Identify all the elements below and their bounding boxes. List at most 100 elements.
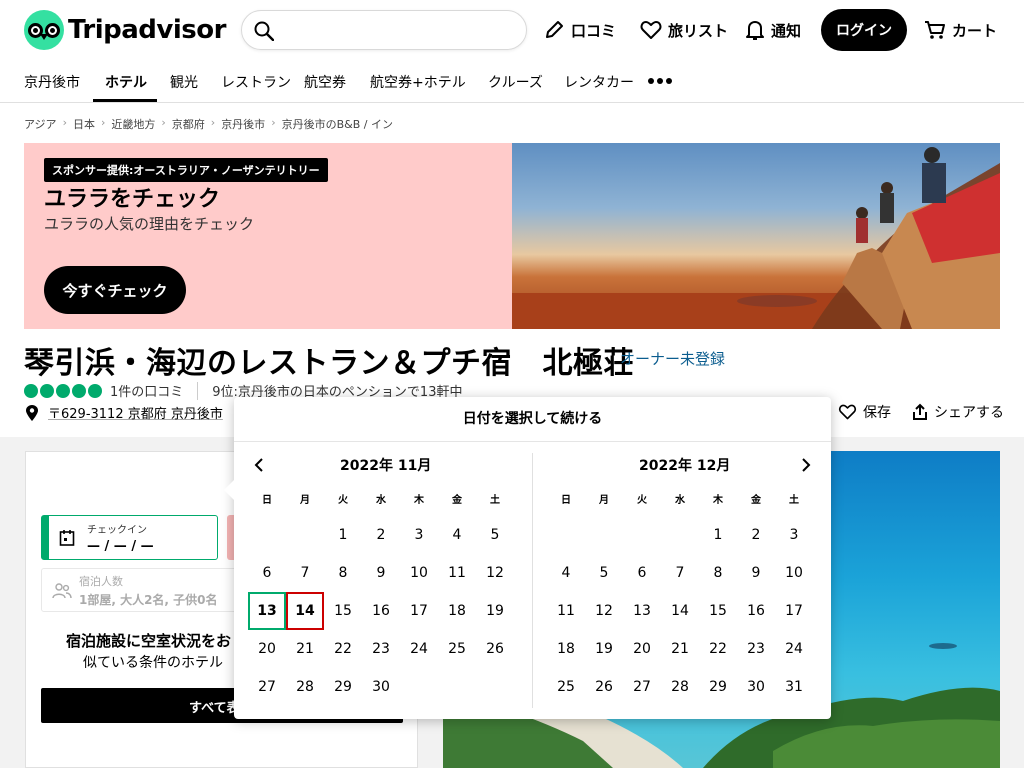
more-icon[interactable] bbox=[648, 78, 672, 84]
calendar-day[interactable]: 23 bbox=[737, 630, 775, 668]
calendar-day[interactable]: 21 bbox=[661, 630, 699, 668]
calendar-day[interactable]: 23 bbox=[362, 630, 400, 668]
calendar-day[interactable]: 4 bbox=[438, 516, 476, 554]
calendar-day[interactable]: 13 bbox=[248, 592, 286, 630]
calendar-day[interactable]: 19 bbox=[585, 630, 623, 668]
next-month-icon[interactable] bbox=[799, 457, 813, 473]
cat-hotels[interactable]: ホテル bbox=[105, 72, 147, 92]
crumb-kinki[interactable]: 近畿地方 bbox=[111, 116, 155, 132]
calendar-day[interactable]: 12 bbox=[476, 554, 514, 592]
calendar-day[interactable]: 3 bbox=[775, 516, 813, 554]
calendar-day[interactable]: 16 bbox=[737, 592, 775, 630]
cat-cruises[interactable]: クルーズ bbox=[488, 72, 543, 92]
share-button[interactable]: シェアする bbox=[912, 402, 1004, 422]
rating-bubbles[interactable] bbox=[24, 383, 104, 398]
calendar-day[interactable]: 12 bbox=[585, 592, 623, 630]
calendar-day[interactable]: 11 bbox=[547, 592, 585, 630]
calendar-day[interactable]: 27 bbox=[623, 668, 661, 706]
calendar-day[interactable]: 8 bbox=[699, 554, 737, 592]
calendar-day[interactable]: 18 bbox=[438, 592, 476, 630]
calendar-day[interactable]: 6 bbox=[623, 554, 661, 592]
crumb-japan[interactable]: 日本 bbox=[73, 116, 95, 132]
calendar-day[interactable]: 10 bbox=[775, 554, 813, 592]
owner-unregistered-link[interactable]: オーナー未登録 bbox=[620, 348, 725, 369]
cat-flight-hotel[interactable]: 航空券+ホテル bbox=[370, 72, 466, 92]
calendar-day[interactable]: 30 bbox=[362, 668, 400, 706]
calendar-day[interactable]: 15 bbox=[699, 592, 737, 630]
calendar-day[interactable]: 28 bbox=[661, 668, 699, 706]
calendar-day[interactable]: 1 bbox=[699, 516, 737, 554]
ad-check-now-button[interactable]: 今すぐチェック bbox=[44, 266, 186, 314]
calendar-day[interactable]: 28 bbox=[286, 668, 324, 706]
calendar-day[interactable]: 6 bbox=[248, 554, 286, 592]
calendar-day[interactable]: 22 bbox=[699, 630, 737, 668]
review-button[interactable]: 口コミ bbox=[543, 9, 616, 51]
calendar-day[interactable]: 7 bbox=[286, 554, 324, 592]
calendar-day[interactable]: 25 bbox=[438, 630, 476, 668]
cat-rental-cars[interactable]: レンタカー bbox=[564, 72, 634, 92]
calendar-day[interactable]: 24 bbox=[400, 630, 438, 668]
cat-restaurants[interactable]: レストラン bbox=[221, 72, 291, 92]
calendar-day[interactable]: 16 bbox=[362, 592, 400, 630]
calendar-day[interactable]: 13 bbox=[623, 592, 661, 630]
calendar-day[interactable]: 15 bbox=[324, 592, 362, 630]
alerts-button[interactable]: 通知 bbox=[745, 9, 801, 51]
calendar-day[interactable]: 9 bbox=[362, 554, 400, 592]
cart-button[interactable]: カート bbox=[924, 9, 997, 51]
calendar-day[interactable]: 29 bbox=[324, 668, 362, 706]
save-button[interactable]: 保存 bbox=[838, 402, 891, 422]
checkin-field[interactable]: チェックイン — / — / — bbox=[41, 515, 218, 560]
calendar-day[interactable]: 8 bbox=[324, 554, 362, 592]
calendar-day[interactable]: 30 bbox=[737, 668, 775, 706]
cat-sightseeing[interactable]: 観光 bbox=[170, 72, 198, 92]
calendar-day[interactable]: 11 bbox=[438, 554, 476, 592]
address-text[interactable]: 〒629-3112 京都府 京丹後市 bbox=[48, 403, 223, 422]
calendar-day[interactable]: 14 bbox=[286, 592, 324, 630]
calendar-day[interactable]: 27 bbox=[248, 668, 286, 706]
calendar-day[interactable]: 3 bbox=[400, 516, 438, 554]
calendar-day[interactable]: 26 bbox=[585, 668, 623, 706]
calendar-day[interactable]: 20 bbox=[623, 630, 661, 668]
sponsored-banner[interactable]: スポンサー提供:オーストラリア・ノーザンテリトリー ユララをチェック ユララの人… bbox=[24, 143, 512, 329]
calendar-day[interactable]: 21 bbox=[286, 630, 324, 668]
calendar-day[interactable]: 10 bbox=[400, 554, 438, 592]
calendar-day[interactable]: 1 bbox=[324, 516, 362, 554]
guests-field[interactable]: 宿泊人数 1部屋, 大人2名, 子供0名 bbox=[41, 568, 241, 612]
calendar-day[interactable]: 31 bbox=[775, 668, 813, 706]
crumb-kyotango[interactable]: 京丹後市 bbox=[221, 116, 265, 132]
calendar-day[interactable]: 25 bbox=[547, 668, 585, 706]
login-button[interactable]: ログイン bbox=[821, 9, 907, 51]
calendar-day[interactable]: 17 bbox=[775, 592, 813, 630]
checkin-value: — / — / — bbox=[87, 539, 154, 554]
logo-text: Tripadvisor bbox=[68, 15, 226, 45]
calendar-day[interactable]: 14 bbox=[661, 592, 699, 630]
calendar-day[interactable]: 18 bbox=[547, 630, 585, 668]
calendar-day[interactable]: 19 bbox=[476, 592, 514, 630]
calendar-day[interactable]: 22 bbox=[324, 630, 362, 668]
calendar-day[interactable]: 29 bbox=[699, 668, 737, 706]
outback-camel-image[interactable] bbox=[512, 143, 1000, 329]
calendar-day[interactable]: 2 bbox=[737, 516, 775, 554]
trips-button[interactable]: 旅リスト bbox=[640, 9, 728, 51]
calendar-day[interactable]: 20 bbox=[248, 630, 286, 668]
ad-subtitle: ユララの人気の理由をチェック bbox=[44, 215, 255, 233]
calendar-day[interactable]: 17 bbox=[400, 592, 438, 630]
crumb-asia[interactable]: アジア bbox=[24, 116, 57, 132]
calendar-day[interactable]: 2 bbox=[362, 516, 400, 554]
calendar-day[interactable]: 7 bbox=[661, 554, 699, 592]
cat-flights[interactable]: 航空券 bbox=[304, 72, 346, 92]
calendar-day[interactable]: 26 bbox=[476, 630, 514, 668]
cat-location[interactable]: 京丹後市 bbox=[24, 72, 80, 92]
calendar-day[interactable]: 24 bbox=[775, 630, 813, 668]
weekday-label: 火 bbox=[338, 495, 348, 506]
calendar-day[interactable]: 5 bbox=[476, 516, 514, 554]
tripadvisor-logo[interactable]: Tripadvisor bbox=[24, 10, 226, 50]
prev-month-icon[interactable] bbox=[252, 457, 266, 473]
crumb-kyoto[interactable]: 京都府 bbox=[172, 116, 205, 132]
calendar-day[interactable]: 4 bbox=[547, 554, 585, 592]
review-count[interactable]: 1件の口コミ bbox=[110, 381, 183, 400]
calendar-day[interactable]: 5 bbox=[585, 554, 623, 592]
calendar-day[interactable]: 9 bbox=[737, 554, 775, 592]
weekday-label: 木 bbox=[713, 495, 723, 506]
search-input[interactable] bbox=[241, 10, 527, 50]
